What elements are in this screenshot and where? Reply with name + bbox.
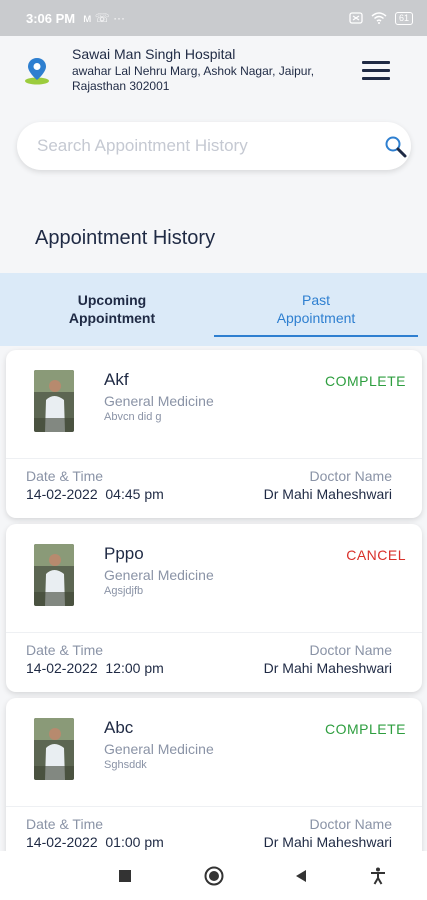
date-time-label: Date & Time — [26, 816, 104, 832]
notification-icons: ᴍ ☏ ··· — [83, 11, 126, 25]
divider — [6, 806, 422, 807]
department: General Medicine — [104, 393, 214, 409]
tab-bar: Upcoming Appointment Past Appointment — [0, 273, 427, 346]
patient-name: Akf — [104, 370, 129, 389]
battery-icon: 61 — [394, 11, 413, 25]
search-bar — [17, 122, 411, 170]
status-time: 3:06 PM — [26, 10, 76, 26]
hamburger-menu-icon[interactable] — [362, 61, 390, 81]
app-header: Sawai Man Singh Hospital awahar Lal Nehr… — [0, 36, 427, 104]
date-time-value: 14-02-2022 01:00 pm — [26, 834, 164, 850]
patient-photo — [34, 718, 74, 780]
search-icon[interactable] — [383, 134, 409, 160]
appointment-list: Akf General Medicine Abvcn did g COMPLET… — [0, 346, 427, 851]
patient-photo — [34, 370, 74, 432]
patient-name: Abc — [104, 718, 134, 737]
sim-icon — [349, 12, 363, 24]
tab-label: Past Appointment — [276, 292, 356, 326]
date-time-label: Date & Time — [26, 642, 104, 658]
doctor-name-label: Doctor Name — [309, 642, 392, 658]
back-triangle-icon[interactable] — [281, 851, 321, 900]
doctor-name-value: Dr Mahi Maheshwari — [263, 834, 392, 850]
patient-name: Pppo — [104, 544, 144, 563]
location-pin-icon — [25, 58, 49, 85]
accessibility-icon[interactable] — [358, 851, 398, 900]
doctor-name-value: Dr Mahi Maheshwari — [263, 486, 392, 502]
hospital-address: awahar Lal Nehru Marg, Ashok Nagar, Jaip… — [72, 64, 315, 93]
status-badge: COMPLETE — [324, 373, 406, 389]
tab-label: Upcoming Appointment — [68, 292, 156, 326]
appointment-card[interactable]: Akf General Medicine Abvcn did g COMPLET… — [6, 350, 422, 518]
appointment-note: Agsjdjfb — [104, 585, 144, 597]
status-badge: CANCEL — [346, 547, 406, 563]
doctor-name-value: Dr Mahi Maheshwari — [263, 660, 392, 676]
date-time-value: 14-02-2022 04:45 pm — [26, 486, 164, 502]
date-time-label: Date & Time — [26, 468, 104, 484]
department: General Medicine — [104, 741, 214, 757]
search-input[interactable] — [37, 122, 357, 170]
date-time-value: 14-02-2022 12:00 pm — [26, 660, 164, 676]
doctor-name-label: Doctor Name — [309, 816, 392, 832]
divider — [6, 458, 422, 459]
patient-photo — [34, 544, 74, 606]
page-title: Appointment History — [35, 227, 216, 249]
doctor-name-label: Doctor Name — [309, 468, 392, 484]
appointment-card[interactable]: Abc General Medicine Sghsddk COMPLETE Da… — [6, 698, 422, 851]
divider — [6, 632, 422, 633]
appointment-note: Sghsddk — [104, 759, 147, 771]
system-nav-bar — [0, 851, 427, 900]
hospital-name: Sawai Man Singh Hospital — [72, 46, 236, 62]
appointment-card[interactable]: Pppo General Medicine Agsjdjfb CANCEL Da… — [6, 524, 422, 692]
appointment-note: Abvcn did g — [104, 411, 162, 423]
status-badge: COMPLETE — [324, 721, 406, 737]
recents-square-icon[interactable] — [105, 851, 145, 900]
wifi-icon — [371, 12, 387, 24]
home-circle-icon[interactable] — [194, 851, 234, 900]
tab-upcoming-appointment[interactable]: Upcoming Appointment — [10, 273, 214, 337]
tab-past-appointment[interactable]: Past Appointment — [214, 273, 418, 337]
status-bar: 3:06 PM ᴍ ☏ ··· 61 — [0, 0, 427, 36]
department: General Medicine — [104, 567, 214, 583]
